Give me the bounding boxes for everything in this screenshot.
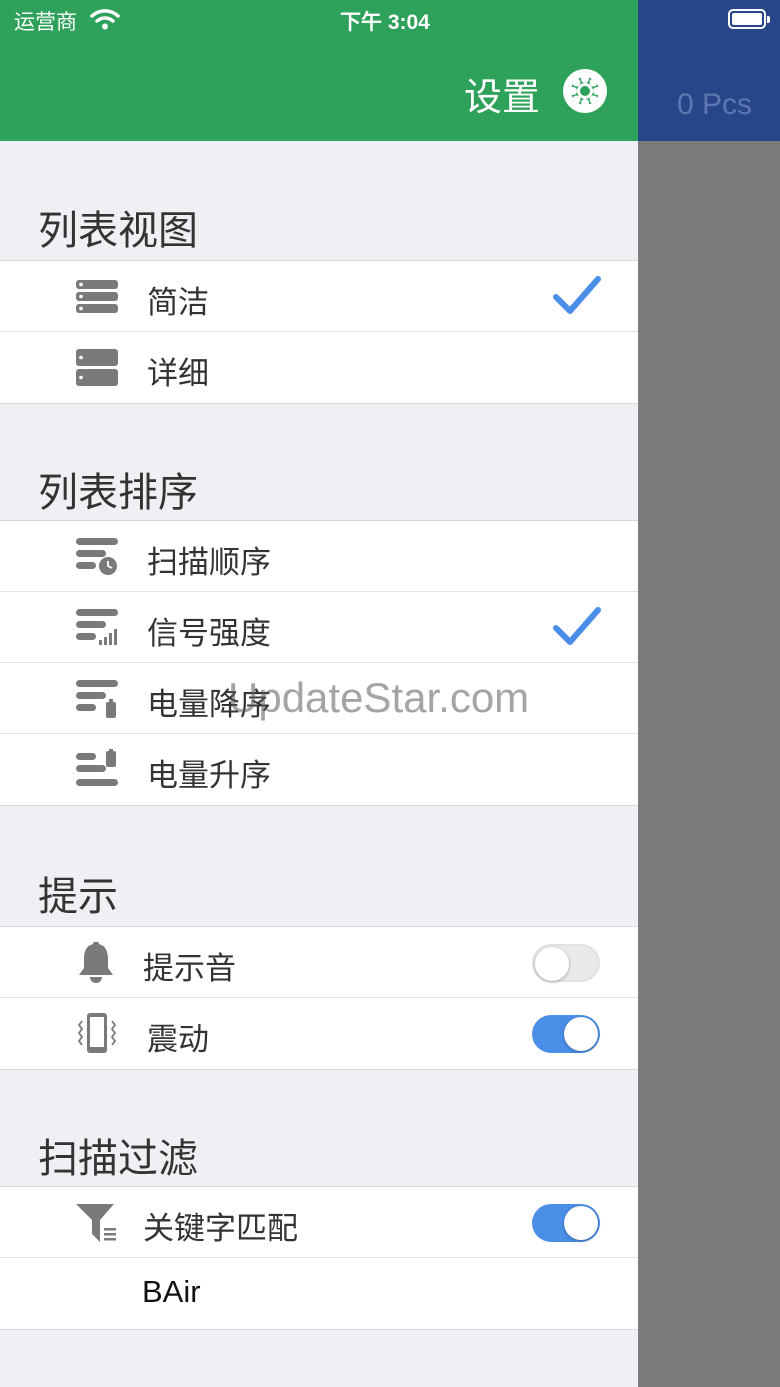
option-label: 详细: [147, 356, 209, 392]
dimmed-overlay[interactable]: [638, 0, 780, 1387]
vibrate-icon: [77, 1013, 117, 1053]
section-title-scan-filter: 扫描过滤: [38, 1136, 198, 1182]
alerts-group: 提示音 震动: [0, 926, 638, 1070]
option-sort-signal[interactable]: 信号强度: [0, 592, 638, 663]
watermark-text: UpdateStar.com: [228, 674, 530, 721]
option-vibrate: 震动: [0, 998, 638, 1069]
option-label: 信号强度: [147, 616, 271, 652]
section-title-list-sort: 列表排序: [38, 470, 198, 516]
bell-icon: [79, 942, 113, 983]
option-label: 关键字匹配: [143, 1211, 298, 1247]
scan-filter-group: 关键字匹配 BAir: [0, 1186, 638, 1330]
option-sort-battery-asc[interactable]: 电量升序: [0, 734, 638, 805]
carrier-label: 运营商: [14, 10, 77, 34]
sort-battery-desc-icon: [76, 680, 118, 718]
sound-toggle[interactable]: [532, 944, 600, 982]
list-sort-group: 扫描顺序 信号强度 电量降序 电量升序: [0, 520, 638, 806]
checkmark-icon: [553, 276, 601, 314]
option-label: 提示音: [143, 951, 236, 987]
keyword-value[interactable]: BAir: [142, 1274, 201, 1310]
option-keyword-match: 关键字匹配: [0, 1187, 638, 1258]
status-time: 下午 3:04: [340, 11, 430, 34]
filter-icon: [76, 1204, 116, 1242]
sort-battery-asc-icon: [76, 749, 118, 786]
option-label: 电量升序: [147, 758, 271, 794]
option-label: 扫描顺序: [147, 545, 271, 581]
gear-icon[interactable]: [560, 66, 610, 116]
checkmark-icon: [553, 607, 601, 645]
vibrate-toggle[interactable]: [532, 1015, 600, 1053]
option-detailed[interactable]: 详细: [0, 332, 638, 403]
section-title-list-view: 列表视图: [38, 208, 198, 254]
battery-icon: [728, 9, 770, 29]
sort-scan-order-icon: [76, 538, 118, 575]
keyword-row[interactable]: BAir: [0, 1258, 638, 1329]
settings-header: 运营商 下午 3:04 设置: [0, 0, 638, 141]
option-compact[interactable]: 简洁: [0, 261, 638, 332]
wifi-icon: [90, 9, 120, 30]
option-label: 简洁: [147, 285, 209, 321]
option-label: 震动: [147, 1022, 209, 1058]
sort-signal-icon: [76, 609, 118, 645]
section-title-alerts: 提示: [38, 874, 118, 920]
keyword-match-toggle[interactable]: [532, 1204, 600, 1242]
detailed-list-icon: [76, 349, 118, 386]
list-view-group: 简洁 详细: [0, 260, 638, 404]
compact-list-icon: [76, 280, 118, 313]
option-sound: 提示音: [0, 927, 638, 998]
option-sort-scan-order[interactable]: 扫描顺序: [0, 521, 638, 592]
device-count: 0 Pcs: [676, 88, 752, 121]
page-title: 设置: [463, 75, 540, 119]
